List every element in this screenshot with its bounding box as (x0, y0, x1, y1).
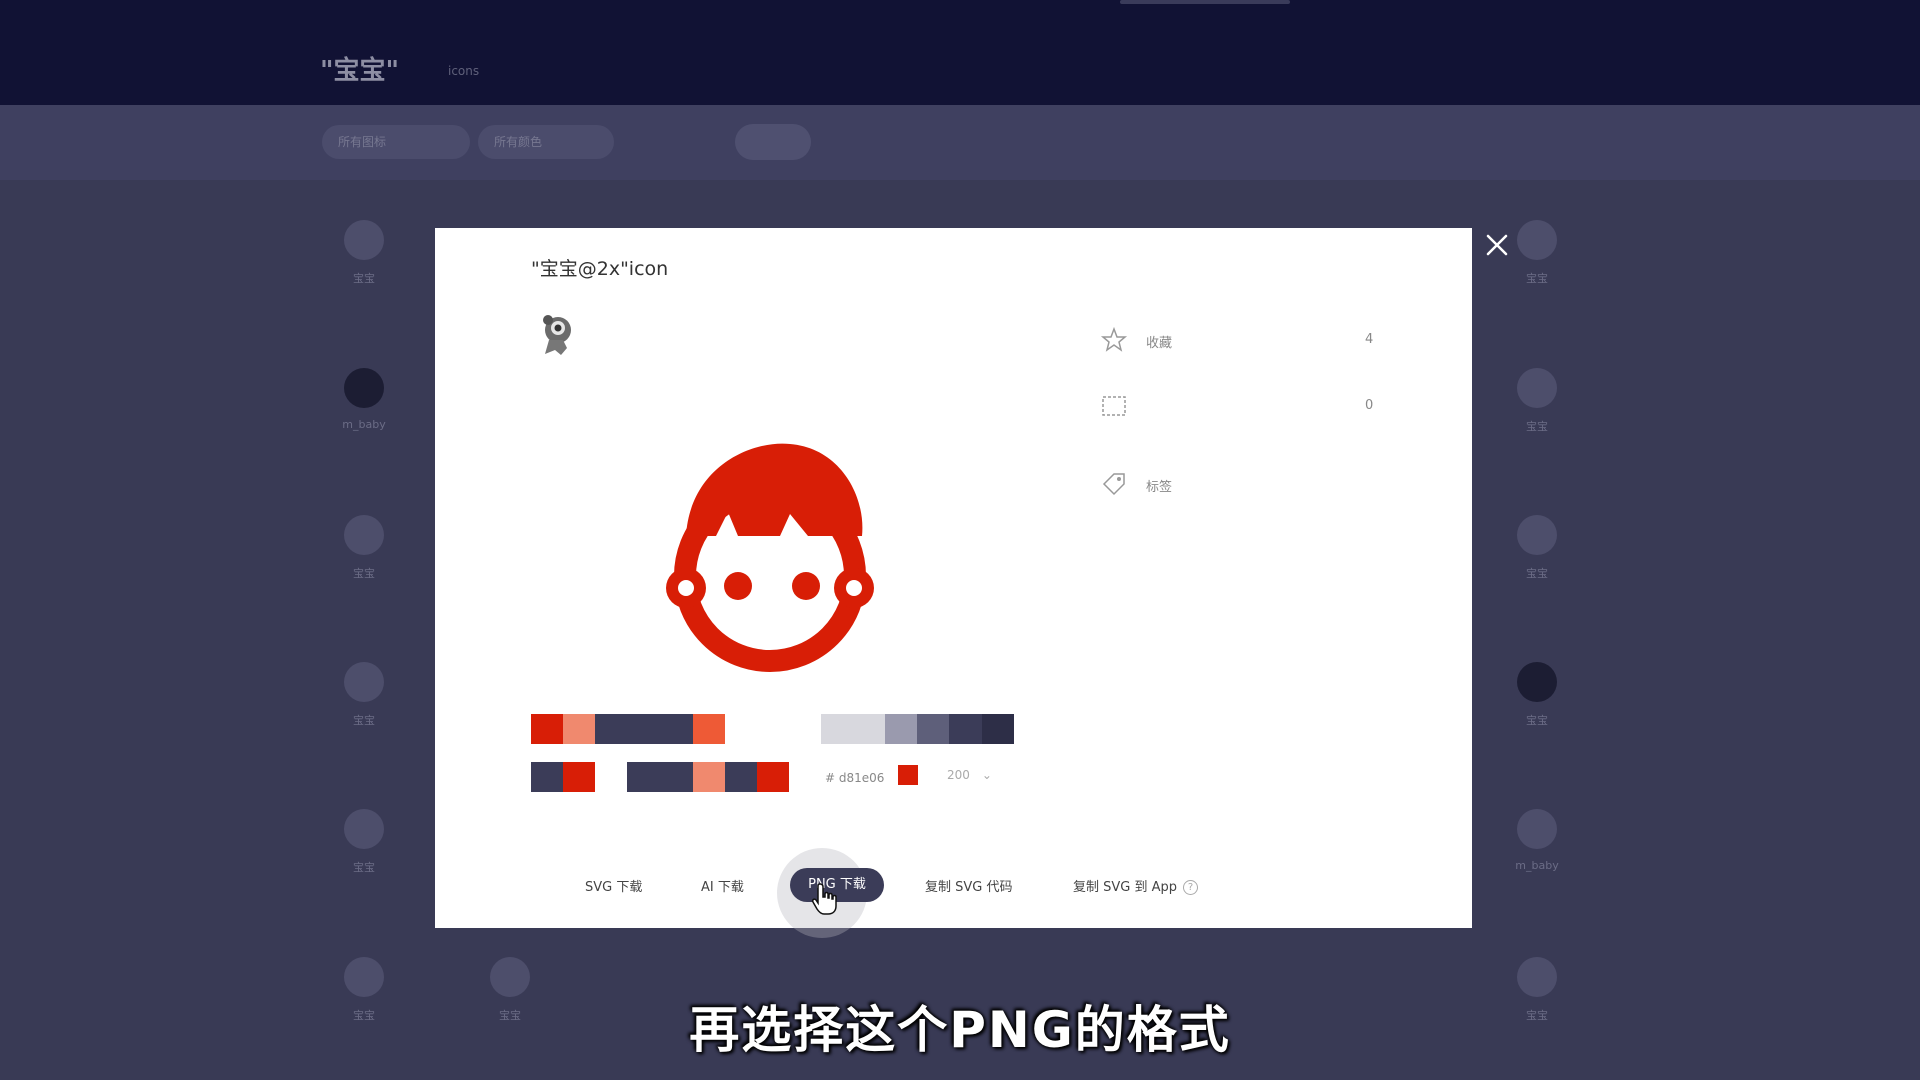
size-value: 200 (947, 768, 970, 782)
close-icon[interactable] (1480, 228, 1514, 262)
baby-icon (344, 368, 384, 408)
style-chip[interactable] (1050, 124, 1110, 160)
grid-icon-label: 宝宝 (1526, 567, 1548, 580)
color-swatch[interactable] (725, 762, 757, 792)
baby-face-icon (666, 443, 874, 672)
grid-icon-item[interactable]: 宝宝 (304, 809, 424, 875)
color-swatch[interactable] (563, 714, 595, 744)
color-palette-row[interactable] (821, 714, 1014, 744)
grid-icon-item[interactable]: 宝宝 (304, 662, 424, 728)
baby-icon (1517, 809, 1557, 849)
color-swatch[interactable] (531, 762, 563, 792)
grid-icon-item[interactable]: 宝宝 (1477, 515, 1597, 581)
baby-icon (1517, 368, 1557, 408)
grid-icon-label: 宝宝 (1526, 420, 1548, 433)
style-chip-active[interactable] (735, 124, 811, 160)
size-select[interactable]: 200 ⌄ (947, 768, 992, 782)
baby-icon (1517, 220, 1557, 260)
baby-icon (1517, 662, 1557, 702)
filter-bar (0, 105, 1920, 180)
search-box[interactable] (1120, 0, 1290, 4)
hand-cursor-icon (812, 883, 837, 915)
dialog-title: "宝宝@2x"icon (531, 258, 669, 280)
copy-svg-code-button[interactable]: 复制 SVG 代码 (925, 876, 1012, 895)
tag-icon (1102, 473, 1125, 496)
grid-icon-label: m_baby (342, 418, 386, 431)
icon-detail-dialog: "宝宝@2x"icon 收藏 4 0 标签 # d81e06 200 ⌄ SVG… (435, 228, 1472, 938)
baby-icon (344, 662, 384, 702)
grid-icon-label: 宝宝 (1526, 272, 1548, 285)
color-swatch[interactable] (821, 714, 885, 744)
video-subtitle: 再选择这个PNG的格式 (689, 1001, 1231, 1059)
grid-icon-item[interactable]: m_baby (304, 368, 424, 431)
color-swatch[interactable] (563, 762, 595, 792)
author-avatar[interactable] (533, 308, 583, 358)
help-icon[interactable]: ? (1183, 880, 1199, 895)
color-swatch[interactable] (627, 762, 693, 792)
color-swatch[interactable] (693, 714, 725, 744)
copy-svg-to-app-label: 复制 SVG 到 App (1073, 880, 1178, 895)
color-filter[interactable]: 所有颜色 (478, 125, 614, 159)
page-title: "宝宝" (320, 56, 400, 86)
ai-download-button[interactable]: AI 下载 (701, 876, 744, 895)
color-swatch[interactable] (885, 714, 917, 744)
grid-icon-label: 宝宝 (353, 272, 375, 285)
grid-icon-item[interactable]: m_baby (1477, 809, 1597, 872)
grid-icon-label: 宝宝 (353, 567, 375, 580)
color-swatch[interactable] (949, 714, 982, 744)
page-subtitle: icons (448, 64, 480, 78)
grid-icon-label: m_baby (1515, 859, 1559, 872)
baby-icon (1517, 515, 1557, 555)
author-info (627, 308, 663, 322)
grid-icon-item[interactable]: 宝宝 (1477, 368, 1597, 434)
baby-face-icon (344, 220, 384, 260)
icon-type-filter[interactable]: 所有图标 (322, 125, 470, 159)
copy-svg-to-app-button[interactable]: 复制 SVG 到 App? (1073, 876, 1199, 895)
grid-icon-label: 宝宝 (353, 714, 375, 727)
color-palette-row[interactable] (627, 762, 789, 792)
grid-icon-label: 宝宝 (1526, 714, 1548, 727)
baby-icon (344, 809, 384, 849)
style-chip[interactable] (890, 124, 950, 160)
baby-icon (344, 515, 384, 555)
hex-color-input[interactable]: # d81e06 (825, 771, 884, 785)
favorite-label: 收藏 (1146, 336, 1173, 351)
svg-download-button[interactable]: SVG 下载 (585, 876, 642, 895)
grid-icon-item[interactable]: 宝宝 (304, 220, 424, 286)
current-color-swatch[interactable] (898, 765, 918, 785)
color-palette-row[interactable] (531, 762, 595, 792)
color-swatch[interactable] (917, 714, 949, 744)
grid-icon-label: 宝宝 (353, 861, 375, 874)
grid-icon-item[interactable]: 宝宝 (304, 515, 424, 581)
star-icon (1100, 326, 1128, 352)
color-swatch[interactable] (982, 714, 1014, 744)
style-chip[interactable] (1210, 124, 1270, 160)
chevron-down-icon: ⌄ (981, 768, 992, 782)
color-palette-row[interactable] (531, 714, 725, 744)
color-swatch[interactable] (693, 762, 725, 792)
top-navigation-bar (0, 0, 1920, 105)
color-swatch[interactable] (531, 714, 563, 744)
grid-icon-item[interactable]: 宝宝 (1477, 662, 1597, 728)
color-swatch[interactable] (595, 714, 693, 744)
collection-icon (1102, 396, 1126, 416)
color-swatch[interactable] (757, 762, 789, 792)
tag-label: 标签 (1146, 480, 1173, 495)
